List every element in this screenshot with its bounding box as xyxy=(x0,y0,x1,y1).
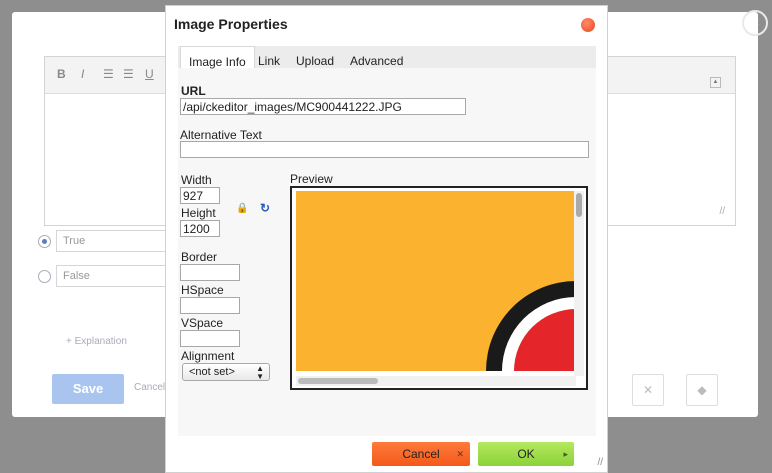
height-label: Height xyxy=(181,206,216,220)
underline-icon[interactable]: U xyxy=(145,67,154,81)
scroll-up-arrow-icon[interactable]: ▲ xyxy=(710,77,721,88)
image-preview[interactable] xyxy=(290,186,588,390)
preview-horizontal-scrollbar[interactable] xyxy=(296,376,576,386)
image-properties-dialog: Image Properties Image Info Link Upload … xyxy=(165,5,608,473)
dialog-resize-handle-icon[interactable]: // xyxy=(597,457,603,468)
tab-upload[interactable]: Upload xyxy=(296,54,334,68)
preview-label: Preview xyxy=(290,172,333,186)
resize-handle-icon[interactable]: // xyxy=(719,206,725,217)
hspace-label: HSpace xyxy=(181,283,224,297)
alignment-select[interactable]: <not set> ▲ ▼ xyxy=(182,363,270,381)
border-label: Border xyxy=(181,250,218,264)
ok-arrow-icon: ▸ xyxy=(563,449,568,459)
tag-icon[interactable]: ◆ xyxy=(686,374,718,406)
vspace-input[interactable] xyxy=(180,330,240,347)
save-button[interactable]: Save xyxy=(52,374,124,404)
hspace-input[interactable] xyxy=(180,297,240,314)
option-true-field[interactable]: True xyxy=(56,230,166,252)
cancel-link[interactable]: Cancel xyxy=(134,382,165,393)
option-true-radio[interactable] xyxy=(38,235,51,248)
alt-text-label: Alternative Text xyxy=(180,128,262,142)
close-overlay-icon[interactable]: × xyxy=(742,10,768,36)
tab-image-info[interactable]: Image Info xyxy=(180,46,255,69)
cancel-button-label: Cancel xyxy=(402,447,440,461)
width-label: Width xyxy=(181,173,212,187)
width-input[interactable] xyxy=(180,187,220,204)
magic-wand-icon[interactable]: ✕ xyxy=(632,374,664,406)
add-explanation-link[interactable]: + Explanation xyxy=(66,336,127,347)
numbered-list-icon[interactable]: ☰ xyxy=(103,67,114,81)
url-input[interactable] xyxy=(180,98,466,115)
dialog-title: Image Properties xyxy=(174,16,288,32)
tab-advanced[interactable]: Advanced xyxy=(350,54,403,68)
lock-ratio-icon[interactable]: 🔒 xyxy=(236,203,248,214)
ok-button[interactable]: OK ▸ xyxy=(478,442,574,466)
cancel-x-icon: ✕ xyxy=(456,449,464,459)
option-false-radio[interactable] xyxy=(38,270,51,283)
tab-bar: Image Info Link Upload Advanced xyxy=(178,46,596,69)
ok-button-label: OK xyxy=(517,447,535,461)
vspace-label: VSpace xyxy=(181,316,224,330)
italic-icon[interactable]: I xyxy=(81,67,84,81)
vertical-scroll-thumb[interactable] xyxy=(576,193,582,217)
preview-image xyxy=(296,191,576,371)
alignment-select-value: <not set> xyxy=(189,366,235,378)
cancel-button[interactable]: Cancel ✕ xyxy=(372,442,470,466)
close-icon[interactable] xyxy=(581,18,595,32)
tab-link[interactable]: Link xyxy=(258,54,280,68)
bold-icon[interactable]: B xyxy=(57,67,66,81)
alt-text-input[interactable] xyxy=(180,141,589,158)
url-label: URL xyxy=(181,84,206,98)
preview-vertical-scrollbar[interactable] xyxy=(574,191,584,376)
select-arrows-icon: ▲ ▼ xyxy=(256,364,264,381)
border-input[interactable] xyxy=(180,264,240,281)
horizontal-scroll-thumb[interactable] xyxy=(298,378,378,384)
bulleted-list-icon[interactable]: ☰ xyxy=(123,67,134,81)
height-input[interactable] xyxy=(180,220,220,237)
alignment-label: Alignment xyxy=(181,349,235,363)
option-false-field[interactable]: False xyxy=(56,265,166,287)
reset-size-icon[interactable]: ↻ xyxy=(260,201,270,215)
